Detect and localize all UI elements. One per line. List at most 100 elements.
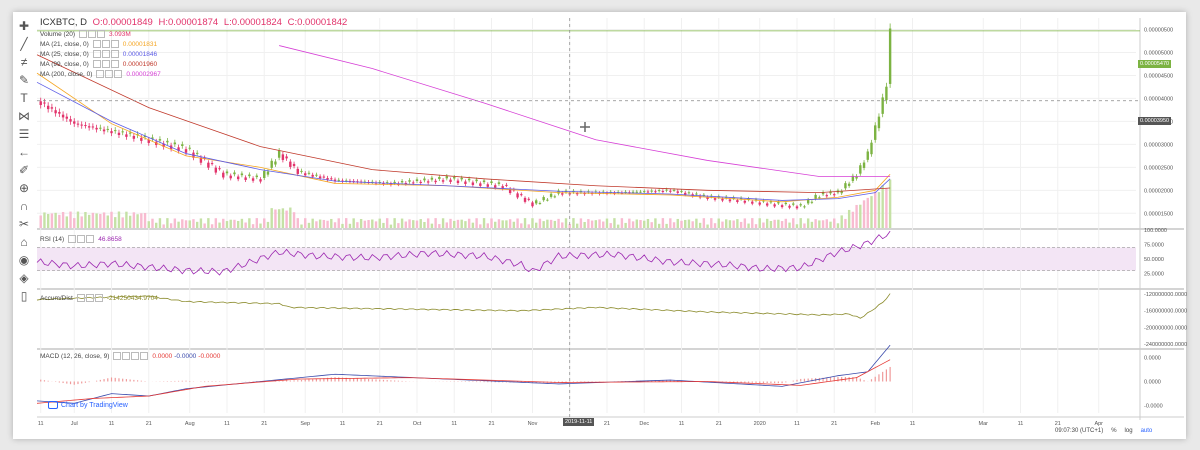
candle-body xyxy=(128,132,132,134)
candle-body xyxy=(58,111,61,114)
rsi-tick-label: 50.0000 xyxy=(1144,257,1164,263)
volume-bar xyxy=(769,220,773,228)
candle-body xyxy=(188,147,191,149)
volume-bar xyxy=(799,218,802,228)
legend-ma99[interactable]: MA (99, close, 0) 0.00001960 xyxy=(40,60,157,68)
symbol-title[interactable]: ICXBTC, D xyxy=(40,17,87,28)
candle-body xyxy=(497,182,501,184)
brush-icon[interactable]: ✎ xyxy=(16,72,32,88)
volume-bar xyxy=(76,211,80,228)
pattern-icon[interactable]: ⋈ xyxy=(16,108,32,124)
candle-body xyxy=(76,123,80,125)
legend-buttons[interactable] xyxy=(92,40,119,48)
legend-ma200[interactable]: MA (200, close, 0) 0.00002967 xyxy=(40,70,161,78)
accum-tick-label: -160000000.0000 xyxy=(1144,309,1187,315)
magnet-icon[interactable]: ∩ xyxy=(16,198,32,214)
volume-bar xyxy=(266,221,270,228)
candle-body xyxy=(337,179,340,181)
lock-drawing-icon[interactable]: ✂ xyxy=(16,216,32,232)
legend-buttons[interactable] xyxy=(79,30,106,38)
volume-bar xyxy=(639,220,642,228)
legend-value: 46.8658 xyxy=(98,235,122,243)
volume-bar xyxy=(285,210,288,228)
volume-bar xyxy=(255,218,258,228)
candle-body xyxy=(866,151,869,160)
volume-bar xyxy=(590,220,594,228)
trash-icon[interactable]: ▯ xyxy=(16,288,32,304)
text-icon[interactable]: T xyxy=(16,90,32,106)
volume-bar xyxy=(479,224,482,228)
trend-line-icon[interactable]: ╱ xyxy=(16,36,32,52)
volume-bar xyxy=(412,220,415,228)
candle-body xyxy=(527,198,530,200)
volume-bar xyxy=(132,212,136,228)
legend-volume[interactable]: Volume (20) 3.093M xyxy=(40,30,131,38)
volume-bar xyxy=(322,219,326,228)
volume-bar xyxy=(669,218,672,228)
volume-bar xyxy=(240,218,244,228)
price-tick-label: 0.00000500 xyxy=(1144,27,1173,33)
legend-ma21[interactable]: MA (21, close, 0) 0.00001831 xyxy=(40,40,157,48)
legend-buttons[interactable] xyxy=(92,50,119,58)
volume-bar xyxy=(695,218,698,228)
candle-body xyxy=(54,110,57,114)
rsi-tick-label: 25.0000 xyxy=(1144,272,1164,278)
candle-body xyxy=(784,202,788,205)
volume-bar xyxy=(803,223,806,228)
candle-body xyxy=(274,161,277,165)
parallel-channel-icon[interactable]: ≠ xyxy=(16,54,32,70)
candle-body xyxy=(743,200,747,203)
time-tick-label: 21 xyxy=(377,421,383,427)
legend-accum[interactable]: Accum/Dist -214250434.9704 xyxy=(40,294,158,302)
legend-rsi[interactable]: RSI (14) 46.8658 xyxy=(40,235,122,243)
legend-macd[interactable]: MACD (12, 26, close, 9) 0.0000 -0.0000 -… xyxy=(40,352,220,360)
volume-bar xyxy=(73,218,76,228)
auto-toggle[interactable]: auto xyxy=(1141,428,1153,434)
candle-body xyxy=(296,168,299,174)
volume-bar xyxy=(155,222,158,228)
layers-icon[interactable]: ◈ xyxy=(16,270,32,286)
crosshair-icon[interactable]: ✚ xyxy=(16,18,32,34)
volume-bar xyxy=(643,220,646,228)
volume-bar xyxy=(635,219,638,228)
ma21-line xyxy=(36,72,891,203)
legend-buttons[interactable] xyxy=(113,352,149,360)
legend-buttons[interactable] xyxy=(96,70,123,78)
volume-bar xyxy=(549,219,553,228)
volume-bar xyxy=(385,218,389,228)
legend-buttons[interactable] xyxy=(92,60,119,68)
volume-bar xyxy=(315,221,318,228)
eye-icon[interactable]: ◉ xyxy=(16,252,32,268)
volume-bar xyxy=(371,219,374,228)
ruler-icon[interactable]: ✐ xyxy=(16,162,32,178)
lock-icon[interactable]: ⌂ xyxy=(16,234,32,250)
volume-bar xyxy=(423,222,426,228)
time-tick-label: 2020 xyxy=(754,421,766,427)
low-value: L:0.00001824 xyxy=(223,17,282,28)
candle-body xyxy=(862,162,866,168)
fib-icon[interactable]: ☰ xyxy=(16,126,32,142)
rsi-tick-label: 100.0000 xyxy=(1144,228,1167,234)
log-toggle[interactable]: log xyxy=(1125,428,1133,434)
watermark[interactable]: Chart by TradingView xyxy=(48,401,128,409)
legend-buttons[interactable] xyxy=(76,294,103,302)
volume-bar xyxy=(795,224,799,228)
volume-bar xyxy=(523,218,527,228)
volume-bar xyxy=(698,222,702,228)
legend-buttons[interactable] xyxy=(68,235,95,243)
candle-body xyxy=(505,184,508,186)
candle-body xyxy=(236,176,240,180)
chart-canvas[interactable]: 0.00000500 0.00005000 0.00004500 0.00004000… xyxy=(0,0,1200,450)
percent-toggle[interactable]: % xyxy=(1111,428,1116,434)
back-arrow-icon[interactable]: ← xyxy=(16,144,32,160)
candle-body xyxy=(467,178,471,181)
volume-bar xyxy=(512,221,516,228)
zoom-icon[interactable]: ⊕ xyxy=(16,180,32,196)
time-tick-label: 21 xyxy=(146,421,152,427)
candle-body xyxy=(214,167,218,173)
candle-body xyxy=(233,172,236,175)
candle-body xyxy=(419,181,422,183)
legend-ma25[interactable]: MA (25, close, 0) 0.00001846 xyxy=(40,50,157,58)
volume-bar xyxy=(557,218,560,228)
macd-tick-label: 0.0000 xyxy=(1144,355,1161,361)
